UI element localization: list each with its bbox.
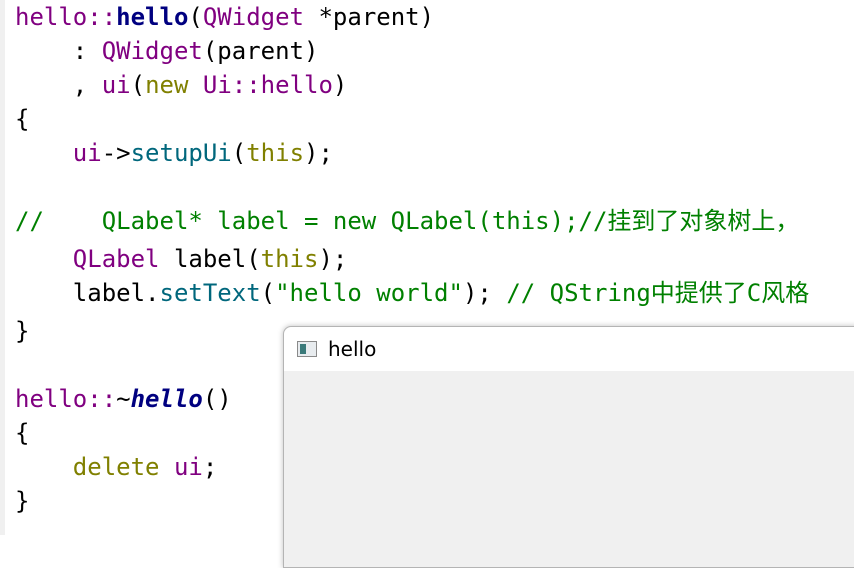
- code-token: ;: [202, 453, 218, 481]
- code-token: QWidget: [202, 3, 305, 31]
- code-line: ui->setupUi(this);: [15, 136, 333, 170]
- code-token: hello: [116, 3, 189, 31]
- code-token: ui: [101, 71, 131, 99]
- code-token: }: [15, 487, 30, 515]
- window-title: hello: [328, 337, 377, 361]
- code-token: {: [15, 105, 30, 133]
- code-token: ): [332, 71, 348, 99]
- code-token: ): [419, 3, 435, 31]
- window-icon: [297, 341, 317, 357]
- code-token: );: [304, 139, 333, 167]
- code-token: Ui::hello: [202, 71, 333, 99]
- code-line: delete ui;: [15, 450, 218, 484]
- code-token: :: [15, 37, 102, 65]
- code-token: {: [15, 419, 30, 447]
- code-line: {: [15, 102, 29, 136]
- code-line: // QLabel* label = new QLabel(this);//挂到…: [15, 204, 799, 238]
- code-token: // QString中提供了C风格: [506, 279, 810, 307]
- code-token: QWidget: [101, 37, 203, 65]
- code-line: }: [15, 314, 29, 348]
- code-token: hello::: [15, 3, 117, 31]
- code-token: }: [15, 317, 30, 345]
- code-token: QLabel: [72, 245, 160, 273]
- code-line: hello::~hello(): [15, 382, 232, 416]
- code-token: (: [130, 71, 146, 99]
- code-line: {: [15, 416, 29, 450]
- code-line: QLabel label(this);: [15, 242, 348, 276]
- code-token: // QLabel* label = new QLabel(this);//挂到…: [15, 207, 800, 235]
- code-token: new: [145, 71, 189, 99]
- code-token: hello::: [15, 385, 117, 413]
- code-token: );: [462, 279, 507, 307]
- code-token: (parent): [202, 37, 319, 65]
- code-token: (: [188, 3, 203, 31]
- code-line: }: [15, 484, 29, 518]
- code-token: this: [260, 245, 319, 273]
- code-token: label.: [15, 279, 160, 307]
- code-token: (): [202, 385, 232, 413]
- code-line: label.setText("hello world"); // QString…: [15, 276, 809, 310]
- code-token: setText: [159, 279, 261, 307]
- code-token: (: [231, 139, 247, 167]
- code-token: ,: [15, 71, 102, 99]
- code-token: "hello world": [275, 279, 463, 307]
- code-token: ->: [101, 139, 131, 167]
- code-line: hello::hello(QWidget *parent): [15, 0, 434, 34]
- window-titlebar[interactable]: hello: [284, 327, 854, 371]
- code-token: setupUi: [130, 139, 232, 167]
- qt-window[interactable]: hello: [283, 326, 854, 568]
- code-line: : QWidget(parent): [15, 34, 319, 68]
- editor-gutter: [0, 0, 5, 535]
- code-token: delete: [72, 453, 160, 481]
- code-token: ~: [116, 385, 131, 413]
- code-token: label(: [159, 245, 261, 273]
- code-token: hello: [130, 385, 203, 413]
- code-token: );: [318, 245, 348, 273]
- code-token: (: [260, 279, 276, 307]
- code-line: , ui(new Ui::hello): [15, 68, 348, 102]
- code-token: *parent: [304, 3, 420, 31]
- code-token: ui: [72, 139, 102, 167]
- code-token: this: [246, 139, 305, 167]
- code-token: ui: [173, 453, 203, 481]
